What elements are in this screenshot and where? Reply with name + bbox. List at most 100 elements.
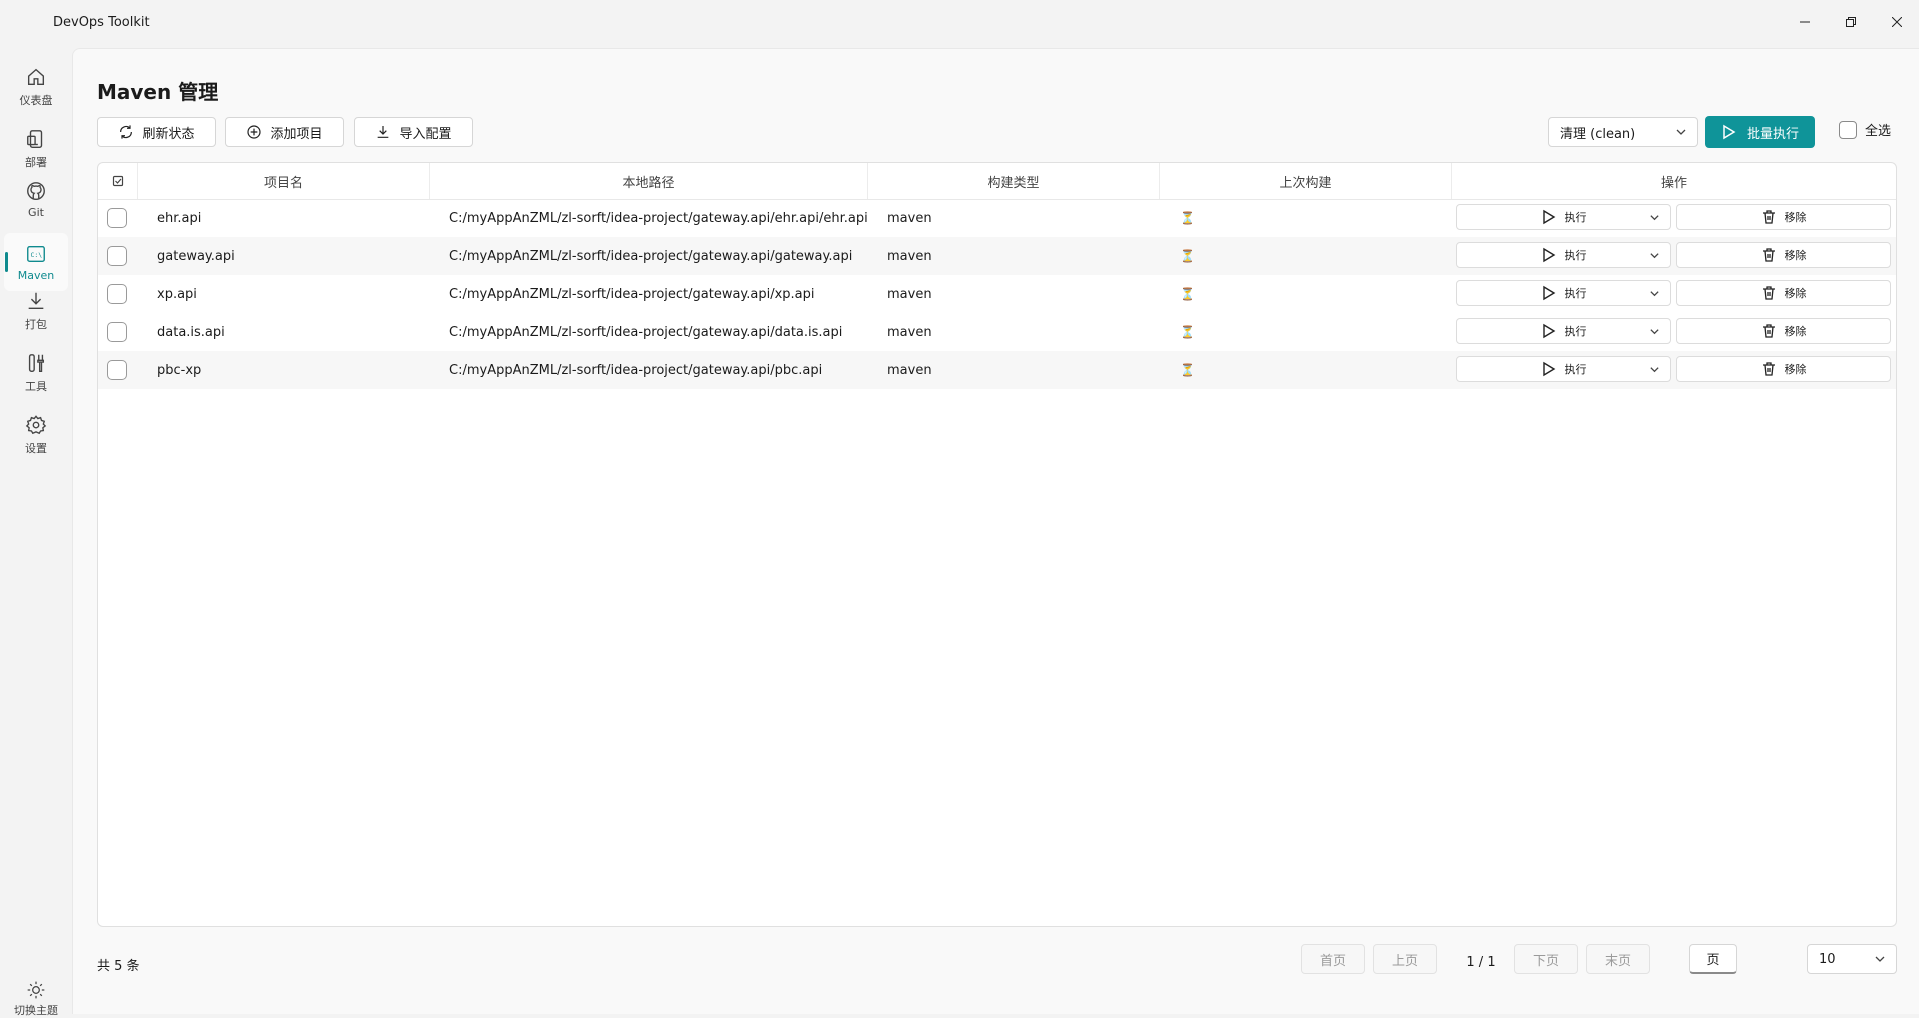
build-type: maven <box>887 324 932 340</box>
hourglass-icon: ⏳ <box>1180 325 1195 339</box>
row-checkbox[interactable] <box>107 360 127 380</box>
svg-text:C:\: C:\ <box>31 250 43 258</box>
maximize-button[interactable] <box>1828 6 1874 38</box>
play-icon <box>1542 285 1555 301</box>
project-name: ehr.api <box>157 210 202 226</box>
chevron-down-icon[interactable] <box>1649 326 1660 337</box>
table-header: 项目名 本地路径 构建类型 上次构建 操作 <box>98 163 1896 200</box>
checkbox-header-icon <box>112 175 123 187</box>
remove-button[interactable]: 移除 <box>1676 280 1891 306</box>
github-icon <box>27 181 45 200</box>
sidebar-item-dashboard[interactable]: 仪表盘 <box>4 58 68 116</box>
sidebar-item-package[interactable]: 打包 <box>4 282 68 340</box>
hourglass-icon: ⏳ <box>1180 287 1195 301</box>
trash-icon <box>1762 210 1775 224</box>
build-type: maven <box>887 362 932 378</box>
row-checkbox[interactable] <box>107 246 127 266</box>
chevron-down-icon[interactable] <box>1649 212 1660 223</box>
next-page-button[interactable]: 下页 <box>1514 944 1578 974</box>
batch-execute-label: 批量执行 <box>1746 126 1799 142</box>
chevron-down-icon <box>1676 129 1686 135</box>
maven-goal-select[interactable]: 清理 (clean) <box>1548 117 1698 147</box>
maven-goal-value: 清理 (clean) <box>1560 126 1636 142</box>
sidebar-item-label: Git <box>28 205 44 219</box>
execute-button[interactable]: 执行 <box>1456 204 1671 230</box>
remove-button[interactable]: 移除 <box>1676 242 1891 268</box>
select-all[interactable]: 全选 <box>1839 120 1891 139</box>
remove-label: 移除 <box>1784 363 1807 376</box>
theme-label: 切换主题 <box>14 1004 58 1017</box>
row-checkbox[interactable] <box>107 322 127 342</box>
close-button[interactable] <box>1874 6 1919 38</box>
deploy-icon <box>27 130 43 148</box>
execute-label: 执行 <box>1564 211 1587 224</box>
page-jump-input[interactable]: 页 <box>1689 944 1737 974</box>
execute-button[interactable]: 执行 <box>1456 318 1671 344</box>
batch-execute-button[interactable]: 批量执行 <box>1705 116 1815 148</box>
row-checkbox[interactable] <box>107 284 127 304</box>
table-row: gateway.api C:/myAppAnZML/zl-sorft/idea-… <box>98 237 1896 275</box>
build-type: maven <box>887 210 932 226</box>
execute-button[interactable]: 执行 <box>1456 280 1671 306</box>
download-icon <box>28 292 44 310</box>
main-content: Maven 管理 刷新状态 添加项目 导入配置 清理 (clean) 批量执行 … <box>72 48 1919 1014</box>
chevron-down-icon[interactable] <box>1649 364 1660 375</box>
sidebar-item-tools[interactable]: 工具 <box>4 344 68 402</box>
import-config-button[interactable]: 导入配置 <box>354 117 473 147</box>
download-icon <box>378 126 389 138</box>
remove-label: 移除 <box>1784 287 1807 300</box>
project-name: pbc-xp <box>157 362 202 378</box>
refresh-label: 刷新状态 <box>142 126 195 142</box>
project-path: C:/myAppAnZML/zl-sorft/idea-project/gate… <box>449 324 843 340</box>
add-project-button[interactable]: 添加项目 <box>225 117 344 147</box>
prev-page-button[interactable]: 上页 <box>1373 944 1437 974</box>
sidebar-item-label: 打包 <box>25 318 47 331</box>
header-select-icon-cell[interactable] <box>98 163 138 199</box>
chevron-down-icon <box>1875 956 1885 962</box>
import-config-label: 导入配置 <box>399 126 452 142</box>
projects-table: 项目名 本地路径 构建类型 上次构建 操作 ehr.api C:/myAppAn… <box>97 162 1897 927</box>
execute-label: 执行 <box>1564 363 1587 376</box>
app-title: DevOps Toolkit <box>53 15 150 30</box>
execute-label: 执行 <box>1564 249 1587 262</box>
chevron-down-icon[interactable] <box>1649 288 1660 299</box>
project-name: xp.api <box>157 286 197 302</box>
execute-button[interactable]: 执行 <box>1456 242 1671 268</box>
project-name: gateway.api <box>157 248 235 264</box>
play-icon <box>1542 247 1555 263</box>
remove-label: 移除 <box>1784 325 1807 338</box>
remove-button[interactable]: 移除 <box>1676 204 1891 230</box>
sidebar-item-label: 设置 <box>25 442 47 455</box>
page-title: Maven 管理 <box>97 80 219 104</box>
page-size-select[interactable]: 10 <box>1807 944 1897 974</box>
table-row: xp.api C:/myAppAnZML/zl-sorft/idea-proje… <box>98 275 1896 313</box>
trash-icon <box>1762 286 1775 300</box>
sidebar-item-label: 部署 <box>25 156 47 169</box>
sidebar: 仪表盘 部署 Git C:\ Maven 打包 工具 设置 切换主题 <box>0 48 72 1017</box>
hourglass-icon: ⏳ <box>1180 249 1195 263</box>
row-checkbox[interactable] <box>107 208 127 228</box>
theme-toggle[interactable]: 切换主题 <box>4 980 68 1018</box>
remove-button[interactable]: 移除 <box>1676 318 1891 344</box>
sidebar-item-git[interactable]: Git <box>4 170 68 228</box>
remove-button[interactable]: 移除 <box>1676 356 1891 382</box>
last-page-button[interactable]: 末页 <box>1586 944 1650 974</box>
project-path: C:/myAppAnZML/zl-sorft/idea-project/gate… <box>449 286 815 302</box>
refresh-button[interactable]: 刷新状态 <box>97 117 216 147</box>
active-indicator <box>5 252 8 272</box>
title-bar: DevOps Toolkit <box>0 0 1919 48</box>
add-circle-icon <box>247 125 262 139</box>
execute-button[interactable]: 执行 <box>1456 356 1671 382</box>
hourglass-icon: ⏳ <box>1180 211 1195 225</box>
table-row: pbc-xp C:/myAppAnZML/zl-sorft/idea-proje… <box>98 351 1896 389</box>
table-row: ehr.api C:/myAppAnZML/zl-sorft/idea-proj… <box>98 199 1896 237</box>
trash-icon <box>1762 362 1775 376</box>
column-header-last-build: 上次构建 <box>1160 163 1452 199</box>
sidebar-item-settings[interactable]: 设置 <box>4 406 68 464</box>
column-header-name: 项目名 <box>138 163 430 199</box>
select-all-checkbox[interactable] <box>1839 120 1857 139</box>
remove-label: 移除 <box>1784 211 1807 224</box>
first-page-button[interactable]: 首页 <box>1301 944 1365 974</box>
chevron-down-icon[interactable] <box>1649 250 1660 261</box>
minimize-button[interactable] <box>1782 6 1828 38</box>
